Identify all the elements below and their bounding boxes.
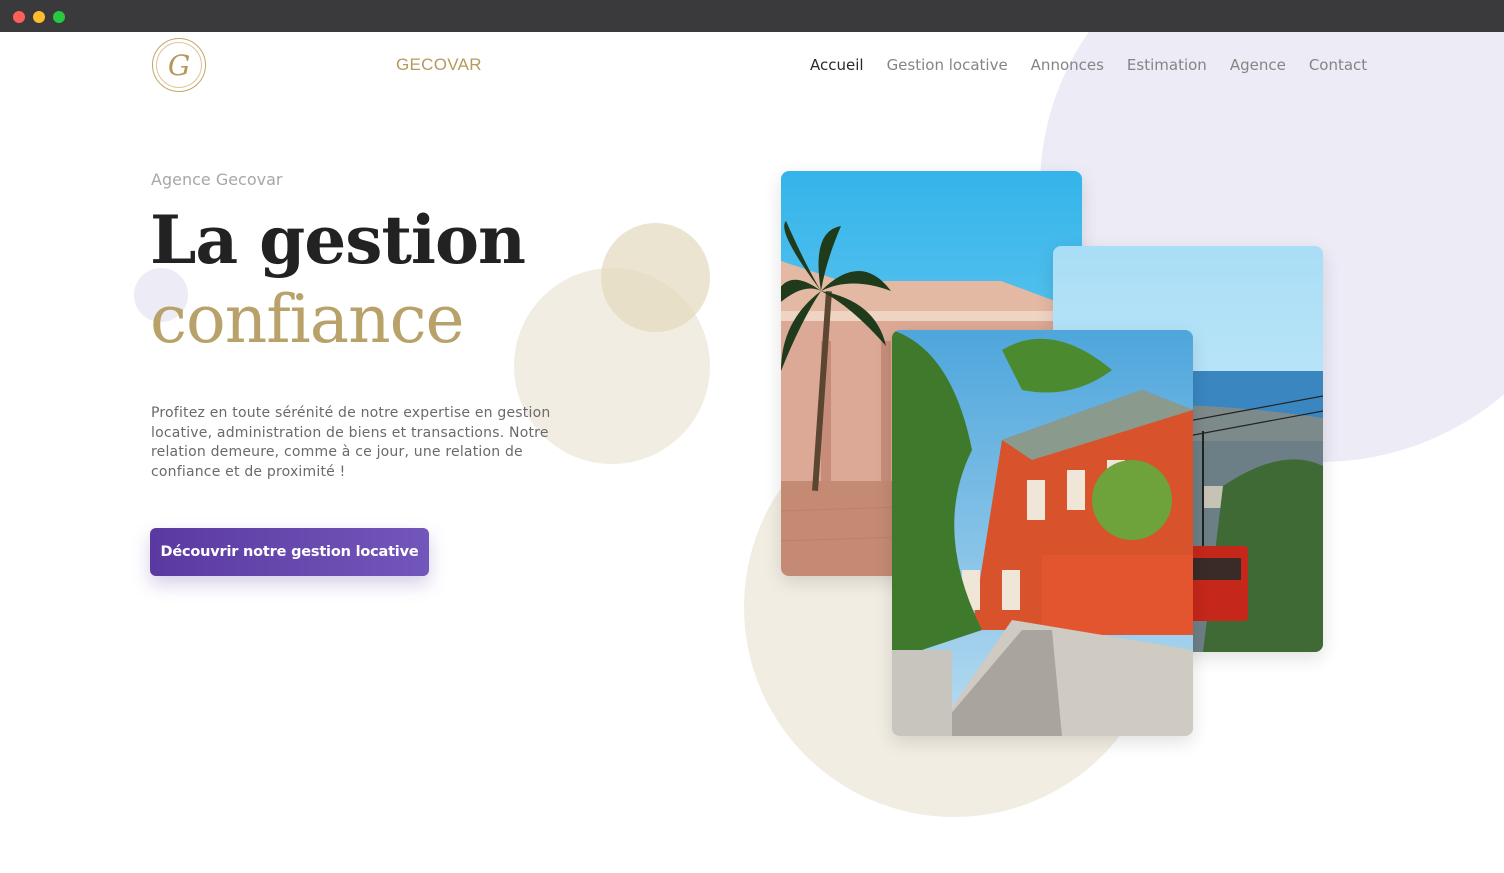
decorative-beige-circle-small: [601, 223, 710, 332]
nav-agence[interactable]: Agence: [1230, 56, 1286, 74]
maximize-window-button[interactable]: [53, 11, 65, 23]
close-window-button[interactable]: [13, 11, 25, 23]
nav-gestion-locative[interactable]: Gestion locative: [887, 56, 1008, 74]
hero-description: Profitez en toute sérénité de notre expe…: [151, 405, 551, 480]
nav-accueil[interactable]: Accueil: [810, 56, 864, 74]
window-titlebar: [0, 0, 1504, 32]
nav-contact[interactable]: Contact: [1309, 56, 1367, 74]
discover-management-button[interactable]: Découvrir notre gestion locative: [150, 528, 429, 576]
nav-annonces[interactable]: Annonces: [1031, 56, 1104, 74]
gecovar-logo[interactable]: G: [152, 38, 206, 92]
hero-title-line-2: confiance: [150, 281, 465, 358]
red-house-street-photo: [892, 330, 1193, 736]
hero-title-line-1: La gestion: [150, 201, 526, 279]
minimize-window-button[interactable]: [33, 11, 45, 23]
homepage: G GECOVAR Accueil Gestion locative Annon…: [0, 32, 1504, 873]
brand-name[interactable]: GECOVAR: [396, 55, 482, 75]
main-nav: Accueil Gestion locative Annonces Estima…: [810, 56, 1367, 74]
hero-eyebrow: Agence Gecovar: [151, 170, 283, 189]
logo-monogram: G: [156, 42, 202, 88]
nav-estimation[interactable]: Estimation: [1127, 56, 1207, 74]
